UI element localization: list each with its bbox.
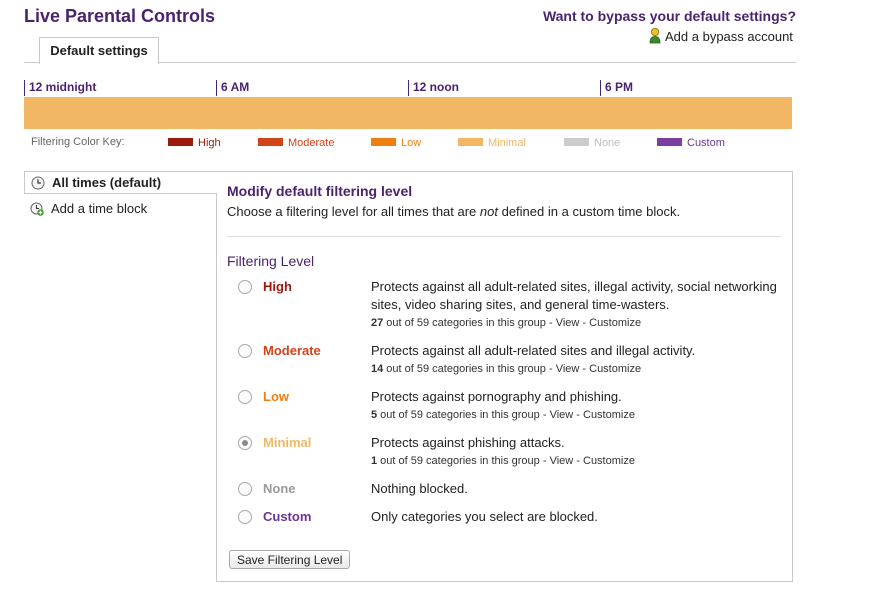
radio-minimal[interactable] — [238, 436, 252, 450]
time-label-6pm: 6 PM — [600, 80, 633, 96]
time-label-noon: 12 noon — [408, 80, 459, 96]
key-item-moderate: Moderate — [258, 136, 334, 150]
radio-high[interactable] — [238, 280, 252, 294]
sidebar-item-label: All times (default) — [52, 175, 162, 190]
clock-icon — [31, 176, 45, 190]
key-label: Minimal — [488, 137, 526, 149]
level-name-moderate[interactable]: Moderate — [263, 343, 321, 358]
level-categories-low: 5 out of 59 categories in this group - V… — [371, 409, 635, 421]
separator: - — [579, 363, 590, 375]
key-item-minimal: Minimal — [458, 136, 526, 150]
categories-text: out of 59 categories in this group - — [377, 409, 550, 421]
filtering-level-heading: Filtering Level — [227, 253, 315, 269]
level-name-low[interactable]: Low — [263, 389, 289, 404]
tab-default-settings[interactable]: Default settings — [39, 37, 159, 64]
key-swatch — [458, 138, 483, 147]
divider — [227, 236, 781, 237]
bypass-link-label[interactable]: Add a bypass account — [665, 29, 793, 44]
save-filtering-level-button[interactable]: Save Filtering Level — [229, 550, 351, 569]
time-label-midnight: 12 midnight — [24, 80, 96, 96]
level-desc-low: Protects against pornography and phishin… — [371, 389, 622, 404]
key-item-low: Low — [371, 136, 421, 150]
categories-text: out of 59 categories in this group - — [383, 317, 556, 329]
key-label: Custom — [687, 137, 725, 149]
view-link[interactable]: View — [556, 363, 580, 375]
level-desc-minimal: Protects against phishing attacks. — [371, 435, 565, 450]
color-key-title: Filtering Color Key: — [31, 136, 125, 148]
add-clock-icon — [30, 202, 44, 216]
level-name-none[interactable]: None — [263, 481, 296, 496]
level-name-minimal[interactable]: Minimal — [263, 435, 311, 450]
key-item-custom: Custom — [657, 136, 725, 150]
desc-text: Choose a filtering level for all times t… — [227, 204, 480, 219]
key-label: None — [594, 137, 621, 149]
key-label: Moderate — [288, 137, 335, 149]
key-swatch — [657, 138, 682, 147]
level-desc-moderate: Protects against all adult-related sites… — [371, 343, 696, 358]
key-swatch — [371, 138, 396, 147]
level-categories-minimal: 1 out of 59 categories in this group - V… — [371, 455, 635, 467]
level-categories-high: 27 out of 59 categories in this group - … — [371, 317, 641, 329]
radio-custom[interactable] — [238, 510, 252, 524]
level-desc-high: Protects against all adult-related sites… — [371, 279, 777, 312]
desc-text: defined in a — [497, 204, 573, 219]
key-label: High — [198, 137, 221, 149]
key-label: Low — [401, 137, 422, 149]
key-item-high: High — [168, 136, 221, 150]
view-link[interactable]: View — [550, 409, 574, 421]
key-item-none: None — [564, 136, 620, 150]
separator: - — [579, 317, 590, 329]
desc-emphasis: not — [479, 204, 498, 219]
categories-text: out of 59 categories in this group - — [383, 363, 556, 375]
customize-link[interactable]: Customize — [583, 455, 635, 467]
bypass-question: Want to bypass your default settings? — [542, 8, 796, 24]
radio-low[interactable] — [238, 390, 252, 404]
categories-text: out of 59 categories in this group - — [377, 455, 550, 467]
key-swatch — [168, 138, 193, 147]
schedule-timebar[interactable] — [24, 97, 792, 129]
customize-link[interactable]: Customize — [589, 363, 641, 375]
add-bypass-account-link[interactable]: Add a bypass account — [649, 28, 793, 44]
separator: - — [573, 455, 583, 467]
page-title: Live Parental Controls — [24, 6, 216, 26]
sidebar-item-add-time-block[interactable]: Add a time block — [24, 200, 147, 218]
radio-moderate[interactable] — [238, 344, 252, 358]
category-count: 27 — [371, 317, 384, 329]
key-swatch — [564, 138, 589, 147]
radio-none[interactable] — [238, 482, 252, 496]
level-name-high[interactable]: High — [263, 279, 292, 294]
sidebar-item-label: Add a time block — [51, 201, 148, 216]
user-icon — [649, 28, 661, 44]
level-desc-custom: Only categories you select are blocked. — [371, 509, 598, 524]
level-desc-none: Nothing blocked. — [371, 481, 468, 496]
customize-link[interactable]: Customize — [583, 409, 635, 421]
category-count: 14 — [371, 363, 384, 375]
separator: - — [573, 409, 583, 421]
panel-title: Modify default filtering level — [227, 183, 413, 199]
view-link[interactable]: View — [556, 317, 580, 329]
level-categories-moderate: 14 out of 59 categories in this group - … — [371, 363, 641, 375]
view-link[interactable]: View — [550, 455, 574, 467]
level-name-custom[interactable]: Custom — [263, 509, 311, 524]
sidebar-item-all-times[interactable]: All times (default) — [24, 171, 217, 194]
desc-text: . — [676, 204, 681, 219]
customize-link[interactable]: Customize — [589, 317, 641, 329]
panel-description: Choose a filtering level for all times t… — [227, 204, 680, 219]
custom-time-block-link[interactable]: custom time block — [572, 204, 676, 219]
time-label-6am: 6 AM — [216, 80, 249, 96]
key-swatch — [258, 138, 283, 147]
